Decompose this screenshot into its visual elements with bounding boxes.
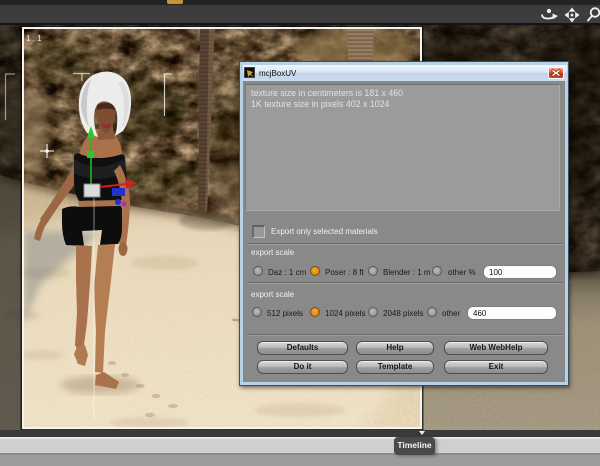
svg-text:1 : 1: 1 : 1 [26,34,42,43]
